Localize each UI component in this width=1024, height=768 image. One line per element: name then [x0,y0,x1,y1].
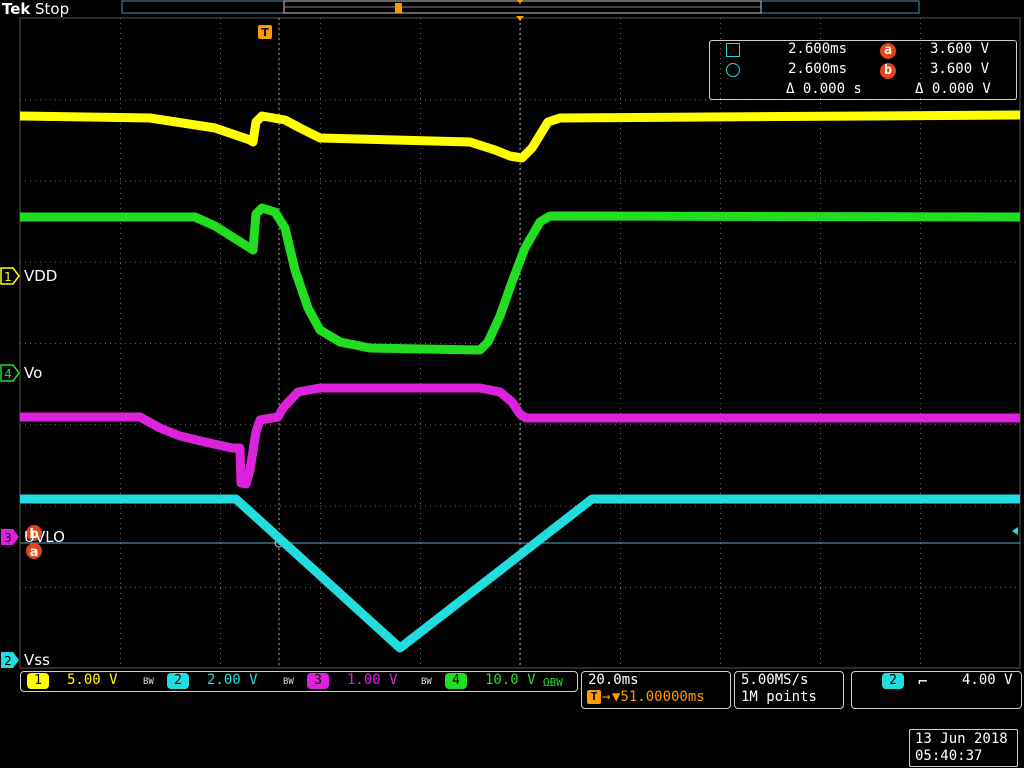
falling-edge-icon: ⌐ [918,672,928,691]
ch3-scale: 1.00 V [347,672,398,688]
vertical-settings-panel: 1 5.00 V BW 2 2.00 V BW 3 1.00 V BW 4 10… [20,671,578,692]
ch1-bw-icon: BW [143,677,154,687]
cursor-readout-panel: 2.600ms a 3.600 V 2.600ms b 3.600 V Δ 0.… [709,40,1017,100]
ch2-bw-icon: BW [283,677,294,687]
ch3-label: UVLO [24,528,65,546]
trigger-arrow: → [602,689,611,705]
trigger-level: 4.00 V [962,672,1013,688]
cursor-2-time: 2.600ms [788,61,848,77]
ch1-label: VDD [24,267,58,285]
waveform-ch1-vdd [19,110,1021,163]
ch3-bw-icon: BW [421,677,432,687]
ch4-ground-marker[interactable]: 4 [0,364,20,382]
date: 13 Jun 2018 [915,731,1008,747]
cursor-a-badge: a [880,43,896,59]
ch2-ground-marker[interactable]: 2 [1,652,19,668]
ch2-label: Vss [24,651,50,669]
record-length: 1M points [741,689,817,705]
horizontal-settings-panel[interactable]: 20.0ms T → ▼51.00000ms [581,671,731,709]
run-state: Stop [35,0,70,18]
top-status-bar: Tek Stop [0,0,1024,18]
ch4-scale: 10.0 V [485,672,536,688]
trigger-panel[interactable]: 2 ⌐ 4.00 V [851,671,1022,709]
timebase: 20.0ms [588,672,639,688]
cursor-2-circle-icon [726,63,740,77]
trigger-source-chip: 2 [882,673,904,689]
delta-value: Δ 0.000 V [915,81,991,97]
svg-text:1: 1 [4,270,12,284]
svg-text:4: 4 [4,367,12,381]
ch2-scale: 2.00 V [207,672,258,688]
delta-time: Δ 0.000 s [786,81,862,97]
cursor-2-value: 3.600 V [930,61,990,77]
ch4-label: Vo [24,364,43,382]
trigger-pos-icon: T [587,690,601,704]
cursor-1-time: 2.600ms [788,41,848,57]
timestamp-panel: 13 Jun 2018 05:40:37 [909,729,1018,767]
waveform-display: T 1 4 3 2 b a [0,0,1021,669]
ch3-ground-marker[interactable]: 3 [1,529,19,545]
right-edge-marker [1012,527,1018,535]
svg-text:a: a [30,545,39,560]
ch4-chip[interactable]: 4 [445,673,467,689]
ch1-ground-marker[interactable]: 1 [0,267,20,285]
ch4-impedance-bw-icon: ΩBW [543,676,563,689]
ch3-chip[interactable]: 3 [307,673,329,689]
trigger-position-label: T [261,26,269,39]
ch2-chip[interactable]: 2 [167,673,189,689]
brand-logo: Tek [2,0,31,18]
cursor-1-value: 3.600 V [930,41,990,57]
svg-text:2: 2 [4,654,12,668]
cursor-b-badge: b [880,63,896,79]
svg-text:3: 3 [4,531,12,545]
ch1-scale: 5.00 V [67,672,118,688]
cursor-1-square-icon [726,43,740,57]
sample-rate: 5.00MS/s [741,672,809,688]
ch1-chip[interactable]: 1 [27,673,49,689]
acquisition-panel[interactable]: 5.00MS/s 1M points [734,671,844,709]
time: 05:40:37 [915,748,983,764]
trigger-position: ▼51.00000ms [612,689,705,705]
